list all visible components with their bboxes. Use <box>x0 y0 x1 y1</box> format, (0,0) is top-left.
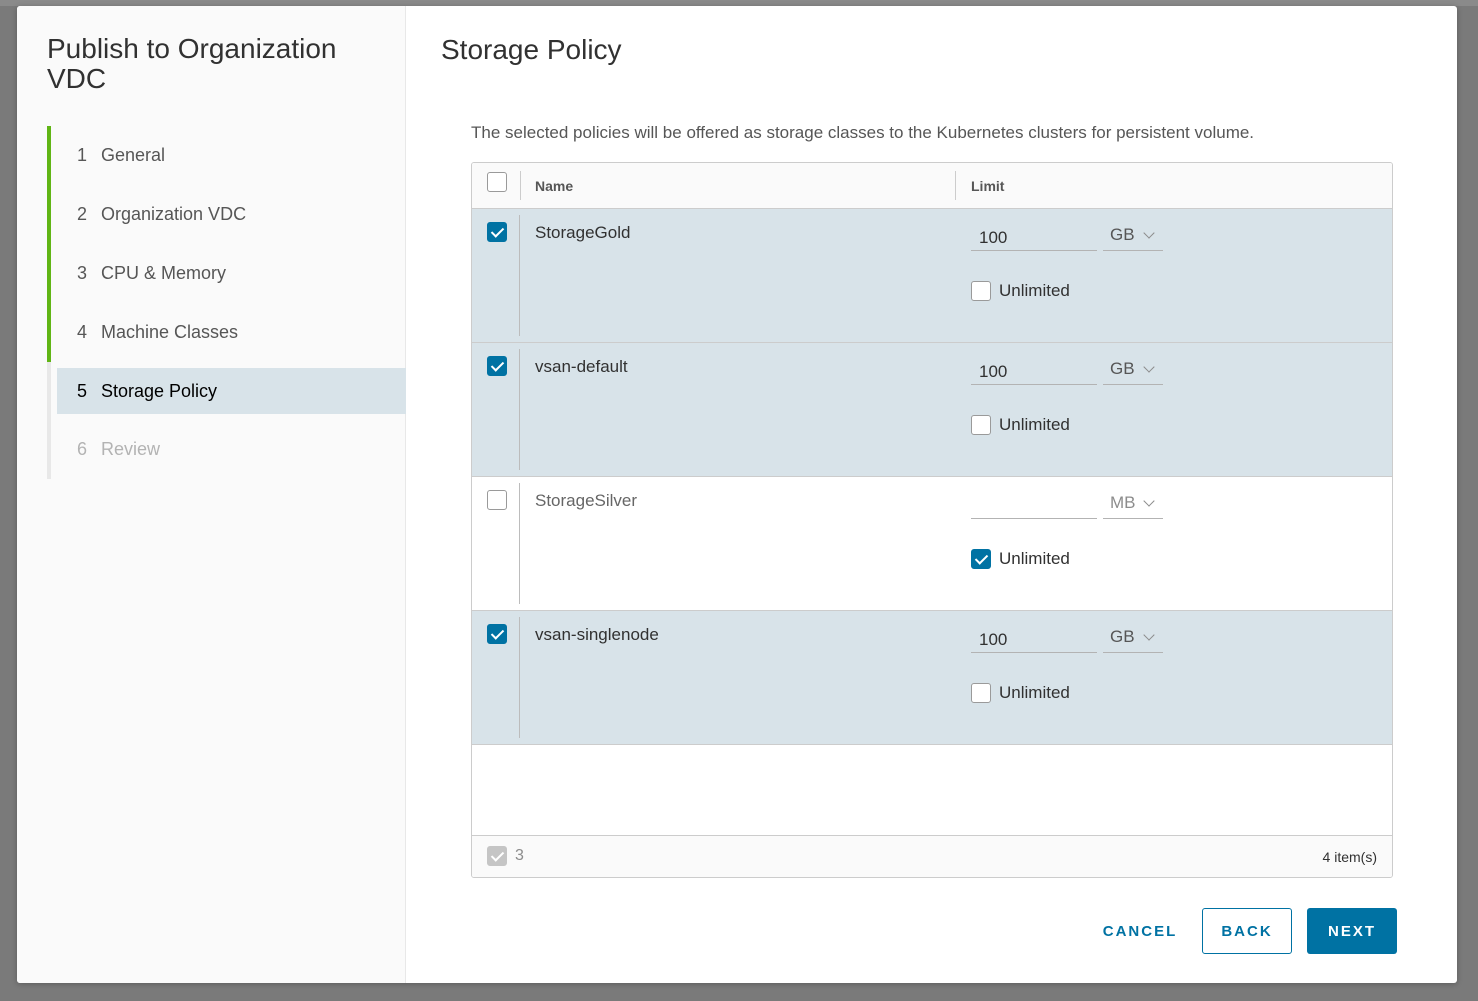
grid-header: Name Limit <box>472 163 1392 209</box>
chevron-down-icon <box>1143 361 1155 373</box>
wizard-content: Storage Policy The selected policies wil… <box>406 6 1457 983</box>
row-separator <box>519 483 520 604</box>
selection-count-icon <box>487 846 507 866</box>
unit-value: GB <box>1110 359 1135 378</box>
column-separator <box>955 171 956 200</box>
unlimited-checkbox[interactable] <box>971 281 991 301</box>
step-progress-bar <box>47 303 51 362</box>
cancel-button[interactable]: CANCEL <box>1090 908 1190 954</box>
unit-select[interactable]: MB <box>1103 489 1163 519</box>
back-button[interactable]: BACK <box>1202 908 1292 954</box>
policy-name: StorageSilver <box>535 491 638 510</box>
step-review: 6 Review <box>47 420 406 479</box>
table-row: vsan-singlenode GB Unlimited <box>472 611 1392 745</box>
step-label: Storage Policy <box>101 380 218 401</box>
row-separator <box>519 215 520 336</box>
unit-select[interactable]: GB <box>1103 623 1163 653</box>
step-machine-classes[interactable]: 4 Machine Classes <box>47 303 406 362</box>
step-progress-bar <box>47 244 51 303</box>
column-separator <box>520 171 521 200</box>
limit-input[interactable] <box>971 489 1097 519</box>
step-number: 1 <box>77 145 88 165</box>
policy-name: StorageGold <box>535 223 631 242</box>
wizard-title: Publish to Organization VDC <box>47 33 337 94</box>
unit-select[interactable]: GB <box>1103 355 1163 385</box>
step-number: 6 <box>77 439 88 459</box>
row-select-checkbox[interactable] <box>487 222 507 242</box>
step-label: CPU & Memory <box>101 263 227 283</box>
select-all-checkbox[interactable] <box>487 172 507 192</box>
row-select-checkbox[interactable] <box>487 356 507 376</box>
unit-value: GB <box>1110 627 1135 646</box>
step-number: 3 <box>77 263 88 283</box>
step-progress-bar <box>47 185 51 244</box>
limit-input[interactable] <box>971 355 1097 385</box>
chevron-down-icon <box>1143 495 1155 507</box>
step-label: Review <box>101 439 161 459</box>
unlimited-label[interactable]: Unlimited <box>999 549 1070 569</box>
step-cpu-memory[interactable]: 3 CPU & Memory <box>47 244 406 303</box>
storage-policy-grid: Name Limit StorageGold GB Unlimited <box>471 162 1393 878</box>
item-total: 4 item(s) <box>1322 849 1377 865</box>
unlimited-label[interactable]: Unlimited <box>999 281 1070 301</box>
chevron-down-icon <box>1143 629 1155 641</box>
unlimited-label[interactable]: Unlimited <box>999 683 1070 703</box>
next-button[interactable]: NEXT <box>1307 908 1397 954</box>
policy-name: vsan-default <box>535 357 628 376</box>
unit-value: MB <box>1110 493 1136 512</box>
step-organization-vdc[interactable]: 2 Organization VDC <box>47 185 406 244</box>
step-progress-bar <box>47 420 51 479</box>
policy-name: vsan-singlenode <box>535 625 659 644</box>
unlimited-checkbox[interactable] <box>971 683 991 703</box>
page-description: The selected policies will be offered as… <box>471 123 1255 142</box>
step-general[interactable]: 1 General <box>47 126 406 185</box>
unlimited-checkbox[interactable] <box>971 415 991 435</box>
step-label: Machine Classes <box>101 322 239 342</box>
unit-value: GB <box>1110 225 1135 244</box>
wizard-steps: 1 General 2 Organization VDC 3 CPU & Mem… <box>47 126 406 479</box>
grid-footer: 3 4 item(s) <box>472 835 1392 877</box>
row-separator <box>519 349 520 470</box>
wizard-modal: Publish to Organization VDC 1 General 2 … <box>17 6 1457 983</box>
step-progress-bar <box>47 362 51 420</box>
row-separator <box>519 617 520 738</box>
unlimited-checkbox[interactable] <box>971 549 991 569</box>
column-header-name[interactable]: Name <box>535 178 573 194</box>
table-row: vsan-default GB Unlimited <box>472 343 1392 477</box>
page-title: Storage Policy <box>441 34 622 65</box>
step-number: 4 <box>77 322 88 342</box>
wizard-sidebar: Publish to Organization VDC 1 General 2 … <box>17 6 406 983</box>
step-label: General <box>101 145 166 165</box>
selected-count: 3 <box>515 847 524 864</box>
step-progress-bar <box>47 126 51 185</box>
table-row: StorageGold GB Unlimited <box>472 209 1392 343</box>
column-header-limit[interactable]: Limit <box>971 178 1004 194</box>
limit-input[interactable] <box>971 623 1097 653</box>
step-label: Organization VDC <box>101 204 247 224</box>
chevron-down-icon <box>1143 227 1155 239</box>
step-storage-policy[interactable]: 5 Storage Policy <box>47 362 406 420</box>
limit-input[interactable] <box>971 221 1097 251</box>
row-select-checkbox[interactable] <box>487 624 507 644</box>
unit-select[interactable]: GB <box>1103 221 1163 251</box>
step-number: 5 <box>77 380 88 401</box>
row-select-checkbox[interactable] <box>487 490 507 510</box>
unlimited-label[interactable]: Unlimited <box>999 415 1070 435</box>
step-number: 2 <box>77 204 88 224</box>
table-row: StorageSilver MB Unlimited <box>472 477 1392 611</box>
